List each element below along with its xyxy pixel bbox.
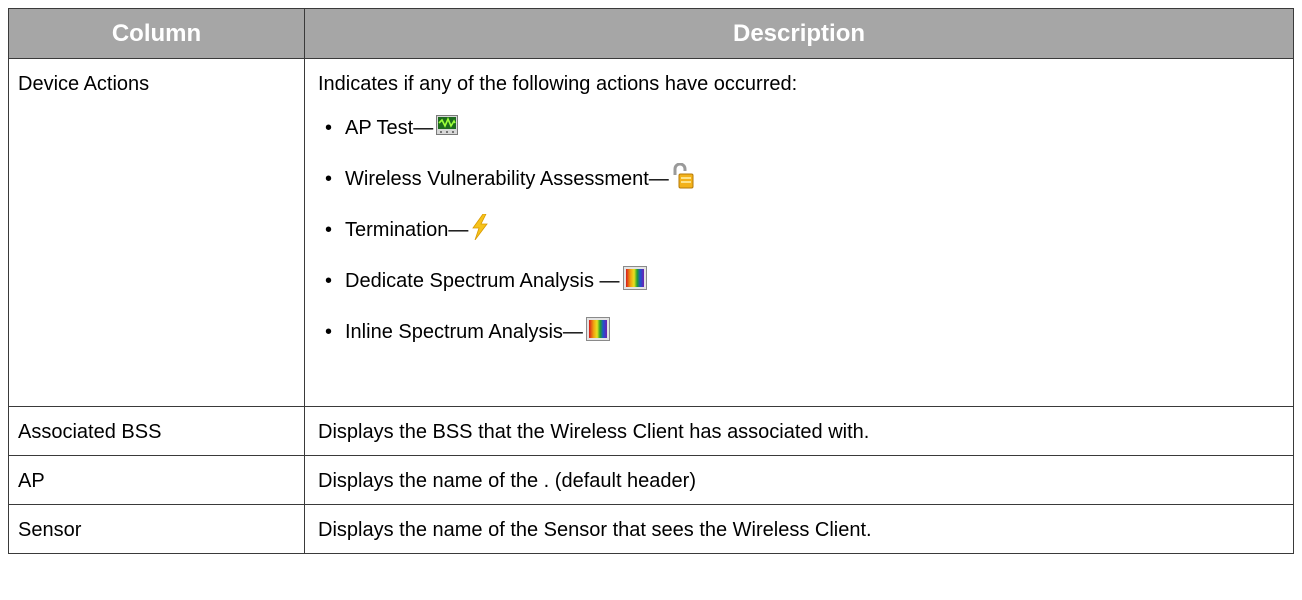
row-device-actions-column: Device Actions (8, 58, 305, 407)
bullet: • (325, 320, 333, 343)
row-ap-description: Displays the name of the . (default head… (304, 455, 1294, 505)
lightning-bolt-icon (471, 213, 489, 246)
list-item-termination: • Termination— (325, 204, 1293, 255)
header-column: Column (8, 8, 305, 59)
list-item-wireless-vulnerability-assessment: • Wireless Vulnerability Assessment— (325, 153, 1293, 204)
list-item-inline-spectrum-analysis: • Inline Spectrum Analysis— (325, 306, 1293, 357)
table-row: Device Actions Indicates if any of the f… (8, 58, 1294, 407)
cell-description: Displays the BSS that the Wireless Clien… (318, 421, 870, 443)
list-item-ap-test: • AP Test— (325, 102, 1293, 153)
table-row: AP Displays the name of the . (default h… (8, 455, 1294, 505)
row-sensor-column: Sensor (8, 504, 305, 554)
row-ap-column: AP (8, 455, 305, 505)
action-label: Wireless Vulnerability Assessment— (345, 167, 669, 190)
spectrum-icon (622, 265, 647, 296)
bullet: • (325, 218, 333, 241)
cell-label: AP (18, 470, 45, 492)
list-item-dedicate-spectrum-analysis: • Dedicate Spectrum Analysis — (325, 255, 1293, 306)
spectrum-icon (585, 316, 610, 347)
unlocked-padlock-icon (672, 162, 694, 195)
header-description: Description (304, 8, 1294, 59)
table-header-row: Column Description (8, 8, 1294, 59)
cell-label: Sensor (18, 519, 82, 541)
table-row: Associated BSS Displays the BSS that the… (8, 406, 1294, 456)
bullet: • (325, 269, 333, 292)
ap-test-icon (436, 114, 459, 141)
row-sensor-description: Displays the name of the Sensor that see… (304, 504, 1294, 554)
cell-description: Displays the name of the . (default head… (318, 470, 696, 492)
action-label: Dedicate Spectrum Analysis — (345, 269, 620, 292)
table-row: Sensor Displays the name of the Sensor t… (8, 504, 1294, 554)
bullet: • (325, 167, 333, 190)
cell-description: Displays the name of the Sensor that see… (318, 519, 872, 541)
row-associated-bss-column: Associated BSS (8, 406, 305, 456)
cell-label: Device Actions (18, 73, 150, 95)
cell-description: Indicates if any of the following action… (318, 73, 798, 95)
row-associated-bss-description: Displays the BSS that the Wireless Clien… (304, 406, 1294, 456)
cell-label: Associated BSS (18, 421, 162, 443)
device-columns-table: Column Description Device Actions Indica… (8, 8, 1294, 554)
device-actions-list: • AP Test— • Wireless Vulnerability Asse… (318, 96, 1293, 351)
bullet: • (325, 116, 333, 139)
action-label: Inline Spectrum Analysis— (345, 320, 583, 343)
action-label: Termination— (345, 218, 469, 241)
action-label: AP Test— (345, 116, 434, 139)
row-device-actions-description: Indicates if any of the following action… (304, 58, 1294, 407)
